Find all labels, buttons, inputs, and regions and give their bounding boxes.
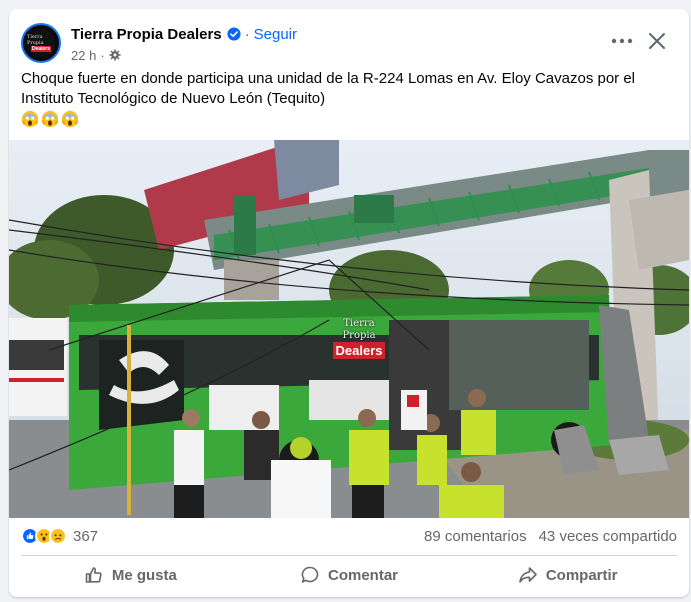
watermark-line2: Dealers <box>332 342 386 359</box>
share-button-label: Compartir <box>545 566 618 584</box>
shares-count-link[interactable]: 43 veces compartido <box>539 528 677 545</box>
reactions-summary[interactable]: 367 <box>21 526 98 546</box>
like-button[interactable]: Me gusta <box>21 557 240 593</box>
engagement-counts: 89 comentarios 43 veces compartido <box>424 526 677 546</box>
follow-button[interactable]: Seguir <box>254 26 297 43</box>
verified-badge-icon <box>227 27 241 41</box>
comments-count-link[interactable]: 89 comentarios <box>424 528 527 545</box>
like-button-label: Me gusta <box>111 566 177 584</box>
post-photo[interactable]: Tierra Propia Dealers <box>9 140 689 518</box>
post-time-link[interactable]: 22 h <box>71 48 96 63</box>
comment-button[interactable]: Comentar <box>240 557 459 593</box>
more-options-icon[interactable] <box>609 31 635 51</box>
thumbs-up-icon <box>85 567 102 583</box>
share-button[interactable]: Compartir <box>458 557 677 593</box>
actions-divider <box>21 555 677 556</box>
post-stats: 367 89 comentarios 43 veces compartido <box>21 526 677 546</box>
avatar[interactable]: Tierra Propia Dealers <box>21 23 61 63</box>
page-name-link[interactable]: Tierra Propia Dealers <box>71 26 222 43</box>
meta-separator-dot: · <box>100 47 105 63</box>
post-meta: 22 h · <box>71 47 121 63</box>
comment-bubble-icon <box>301 566 319 583</box>
share-arrow-icon <box>519 567 537 583</box>
post-caption: Choque fuerte en donde participa una uni… <box>21 69 671 129</box>
avatar-logo: Tierra Propia Dealers <box>27 29 55 57</box>
caption-text: Choque fuerte en donde participa una uni… <box>21 70 636 107</box>
watermark-line1: Tierra Propia <box>342 318 376 341</box>
scream-emoji-icon <box>41 110 59 128</box>
privacy-gear-icon[interactable] <box>109 49 121 61</box>
sad-reaction-icon <box>49 527 67 545</box>
photo-watermark: Tierra Propia Dealers <box>329 318 389 360</box>
post-actions-bar: Me gusta Comentar Compartir <box>21 557 677 593</box>
scream-emoji-icon <box>61 110 79 128</box>
post-card: Tierra Propia Dealers Tierra Propia Deal… <box>9 9 689 597</box>
avatar-logo-line2: Dealers <box>30 46 52 52</box>
separator-dot: · <box>244 25 250 43</box>
close-icon[interactable] <box>645 29 669 53</box>
post-header: Tierra Propia Dealers Tierra Propia Deal… <box>21 21 677 65</box>
caption-emoji-row <box>21 109 671 129</box>
reaction-count: 367 <box>73 527 99 545</box>
author-row: Tierra Propia Dealers · Seguir <box>71 24 297 44</box>
avatar-logo-line1: Tierra Propia <box>27 34 44 46</box>
comment-button-label: Comentar <box>328 566 399 584</box>
scream-emoji-icon <box>21 110 39 128</box>
